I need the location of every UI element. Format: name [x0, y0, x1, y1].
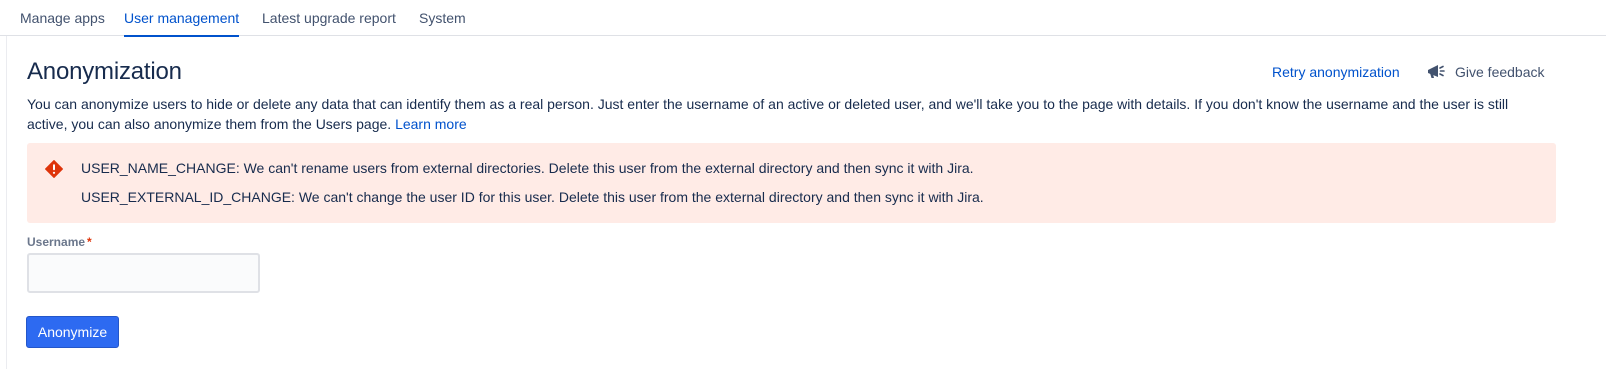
tab-system[interactable]: System	[419, 0, 466, 36]
username-label-text: Username	[27, 235, 86, 249]
give-feedback-button[interactable]: Give feedback	[1425, 60, 1545, 84]
give-feedback-label: Give feedback	[1455, 64, 1545, 80]
username-input[interactable]	[27, 253, 260, 293]
error-message: USER_EXTERNAL_ID_CHANGE: We can't change…	[81, 189, 984, 205]
learn-more-link[interactable]: Learn more	[395, 116, 467, 132]
anonymize-button[interactable]: Anonymize	[26, 316, 119, 348]
error-message: USER_NAME_CHANGE: We can't rename users …	[81, 160, 974, 176]
admin-tabs: Manage apps User management Latest upgra…	[0, 0, 1606, 37]
tab-latest-upgrade-report[interactable]: Latest upgrade report	[262, 0, 396, 36]
page-title: Anonymization	[27, 58, 182, 85]
required-marker: *	[87, 235, 92, 249]
description-text: You can anonymize users to hide or delet…	[27, 96, 1509, 132]
error-icon	[45, 160, 63, 178]
tab-user-management[interactable]: User management	[124, 0, 240, 37]
megaphone-icon	[1425, 61, 1447, 83]
error-message-panel: USER_NAME_CHANGE: We can't rename users …	[27, 143, 1556, 223]
content-divider	[6, 36, 7, 369]
tab-manage-apps[interactable]: Manage apps	[20, 0, 105, 36]
retry-anonymization-link[interactable]: Retry anonymization	[1272, 62, 1400, 82]
username-label: Username *	[27, 234, 92, 250]
page-description: You can anonymize users to hide or delet…	[27, 94, 1547, 134]
